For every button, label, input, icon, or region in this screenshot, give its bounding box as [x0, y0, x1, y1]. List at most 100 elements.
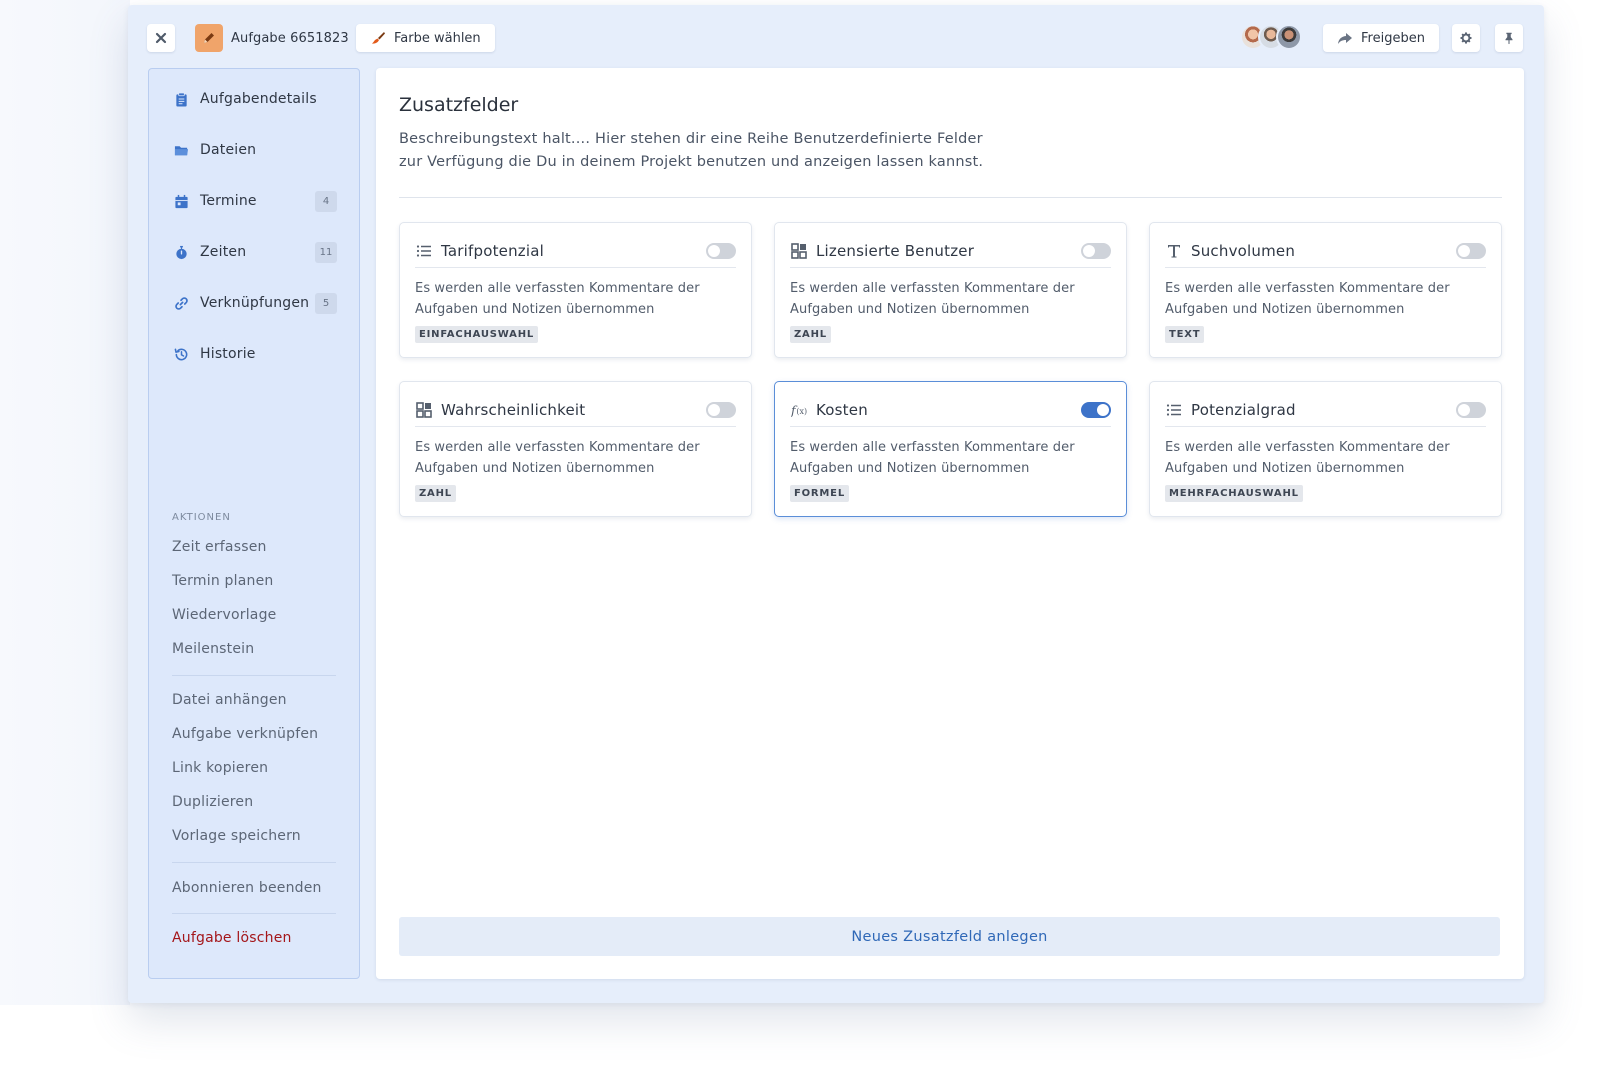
- card-header: Wahrscheinlichkeit: [415, 397, 736, 427]
- field-toggle[interactable]: [1456, 243, 1486, 259]
- sidebar-item-files[interactable]: Dateien: [149, 133, 359, 167]
- brush-icon: [370, 30, 386, 46]
- description-line: Beschreibungstext halt.... Hier stehen d…: [399, 131, 983, 147]
- task-title: Aufgabe 6651823: [231, 30, 349, 46]
- action-log-time[interactable]: Zeit erfassen: [172, 539, 267, 555]
- sidebar-item-label: Termine: [200, 193, 257, 209]
- card-header: Lizensierte Benutzer: [790, 238, 1111, 268]
- share-button[interactable]: Freigeben: [1323, 24, 1439, 52]
- gear-icon: [1459, 31, 1473, 45]
- list-icon: [1165, 401, 1183, 419]
- card-title: Potenzialgrad: [1191, 400, 1296, 419]
- pencil-icon[interactable]: [195, 24, 223, 52]
- action-duplicate[interactable]: Duplizieren: [172, 794, 253, 810]
- history-icon: [173, 346, 189, 362]
- card-description: Es werden alle verfassten Kommentare der…: [790, 278, 1115, 320]
- action-follow-up[interactable]: Wiedervorlage: [172, 607, 276, 623]
- clipboard-icon: [173, 91, 189, 107]
- sidebar-item-label: Zeiten: [200, 244, 247, 260]
- card-text-line: Es werden alle verfassten Kommentare der: [1165, 281, 1450, 296]
- link-icon: [173, 295, 189, 311]
- svg-text:(x): (x): [796, 407, 807, 416]
- avatar-group[interactable]: [1240, 24, 1302, 52]
- card-text-line: Es werden alle verfassten Kommentare der: [1165, 440, 1450, 455]
- sidebar-item-label: Dateien: [200, 142, 257, 158]
- actions-section-title: AKTIONEN: [172, 512, 231, 523]
- card-text-line: Aufgaben und Notizen übernommen: [790, 302, 1030, 317]
- grid-icon: [790, 242, 808, 260]
- color-picker-button[interactable]: Farbe wählen: [356, 24, 495, 52]
- sidebar: Aufgabendetails Dateien Termine 4 Zeiten…: [148, 68, 360, 979]
- field-toggle[interactable]: [1081, 243, 1111, 259]
- sidebar-item-details[interactable]: Aufgabendetails: [149, 82, 359, 116]
- card-title: Wahrscheinlichkeit: [441, 400, 586, 419]
- field-toggle[interactable]: [1456, 402, 1486, 418]
- field-card-potenzialgrad[interactable]: Potenzialgrad Es werden alle verfassten …: [1149, 381, 1502, 517]
- sidebar-item-label: Historie: [200, 346, 256, 362]
- divider: [172, 675, 336, 676]
- card-text-line: Es werden alle verfassten Kommentare der: [790, 440, 1075, 455]
- close-button[interactable]: [147, 24, 175, 52]
- card-header: Tarifpotenzial: [415, 238, 736, 268]
- field-toggle[interactable]: [1081, 402, 1111, 418]
- folder-icon: [173, 142, 189, 158]
- sidebar-item-appointments[interactable]: Termine 4: [149, 184, 359, 218]
- card-title: Tarifpotenzial: [441, 241, 545, 260]
- field-card-lizensierte-benutzer[interactable]: Lizensierte Benutzer Es werden alle verf…: [774, 222, 1127, 358]
- card-description: Es werden alle verfassten Kommentare der…: [415, 278, 740, 320]
- sidebar-item-links[interactable]: Verknüpfungen 5: [149, 286, 359, 320]
- list-icon: [415, 242, 433, 260]
- sidebar-item-history[interactable]: Historie: [149, 337, 359, 371]
- field-card-kosten[interactable]: f (x) Kosten Es werden alle verfassten Ko…: [774, 381, 1127, 517]
- action-attach-file[interactable]: Datei anhängen: [172, 692, 287, 708]
- sidebar-item-label: Verknüpfungen: [200, 295, 310, 311]
- avatar[interactable]: [1276, 24, 1302, 50]
- action-link-task[interactable]: Aufgabe verknüpfen: [172, 726, 318, 742]
- card-text-line: Aufgaben und Notizen übernommen: [1165, 302, 1405, 317]
- field-type-tag: ZAHL: [790, 326, 831, 343]
- field-toggle[interactable]: [706, 243, 736, 259]
- field-card-tarifpotenzial[interactable]: Tarifpotenzial Es werden alle verfassten…: [399, 222, 752, 358]
- settings-button[interactable]: [1452, 24, 1480, 52]
- pin-icon: [1502, 31, 1516, 45]
- card-text-line: Es werden alle verfassten Kommentare der: [415, 281, 700, 296]
- action-save-template[interactable]: Vorlage speichern: [172, 828, 301, 844]
- description-line: zur Verfügung die Du in deinem Projekt b…: [399, 154, 984, 170]
- card-header: Potenzialgrad: [1165, 397, 1486, 427]
- card-description: Es werden alle verfassten Kommentare der…: [790, 437, 1115, 479]
- card-title: Lizensierte Benutzer: [816, 241, 975, 260]
- close-icon: [154, 31, 168, 45]
- sidebar-item-times[interactable]: Zeiten 11: [149, 235, 359, 269]
- field-card-wahrscheinlichkeit[interactable]: Wahrscheinlichkeit Es werden alle verfas…: [399, 381, 752, 517]
- stopwatch-icon: [173, 244, 189, 260]
- action-delete-task[interactable]: Aufgabe löschen: [172, 930, 292, 946]
- text-icon: [1165, 242, 1183, 260]
- page-title: Zusatzfelder: [399, 94, 519, 116]
- pin-button[interactable]: [1495, 24, 1523, 52]
- card-text-line: Aufgaben und Notizen übernommen: [1165, 461, 1405, 476]
- action-milestone[interactable]: Meilenstein: [172, 641, 254, 657]
- new-field-button[interactable]: Neues Zusatzfeld anlegen: [399, 917, 1500, 956]
- action-copy-link[interactable]: Link kopieren: [172, 760, 268, 776]
- card-description: Es werden alle verfassten Kommentare der…: [1165, 437, 1490, 479]
- main-panel: Zusatzfelder Beschreibungstext halt.... …: [376, 68, 1524, 979]
- divider: [172, 913, 336, 914]
- field-type-tag: ZAHL: [415, 485, 456, 502]
- card-text-line: Es werden alle verfassten Kommentare der: [790, 281, 1075, 296]
- field-toggle[interactable]: [706, 402, 736, 418]
- share-icon: [1337, 30, 1353, 46]
- count-badge: 4: [315, 191, 337, 212]
- card-title: Suchvolumen: [1191, 241, 1296, 260]
- action-unsubscribe[interactable]: Abonnieren beenden: [172, 880, 322, 896]
- task-chip: Aufgabe 6651823: [195, 24, 349, 52]
- task-window: Aufgabe 6651823 Farbe wählen Freigeben A…: [128, 5, 1544, 1003]
- field-type-tag: TEXT: [1165, 326, 1205, 343]
- field-card-suchvolumen[interactable]: Suchvolumen Es werden alle verfassten Ko…: [1149, 222, 1502, 358]
- card-header: f (x) Kosten: [790, 397, 1111, 427]
- field-type-tag: MEHRFACHAUSWAHL: [1165, 485, 1303, 502]
- card-text-line: Aufgaben und Notizen übernommen: [790, 461, 1030, 476]
- divider: [399, 197, 1502, 198]
- card-text-line: Aufgaben und Notizen übernommen: [415, 461, 655, 476]
- card-description: Es werden alle verfassten Kommentare der…: [1165, 278, 1490, 320]
- action-schedule-appointment[interactable]: Termin planen: [172, 573, 273, 589]
